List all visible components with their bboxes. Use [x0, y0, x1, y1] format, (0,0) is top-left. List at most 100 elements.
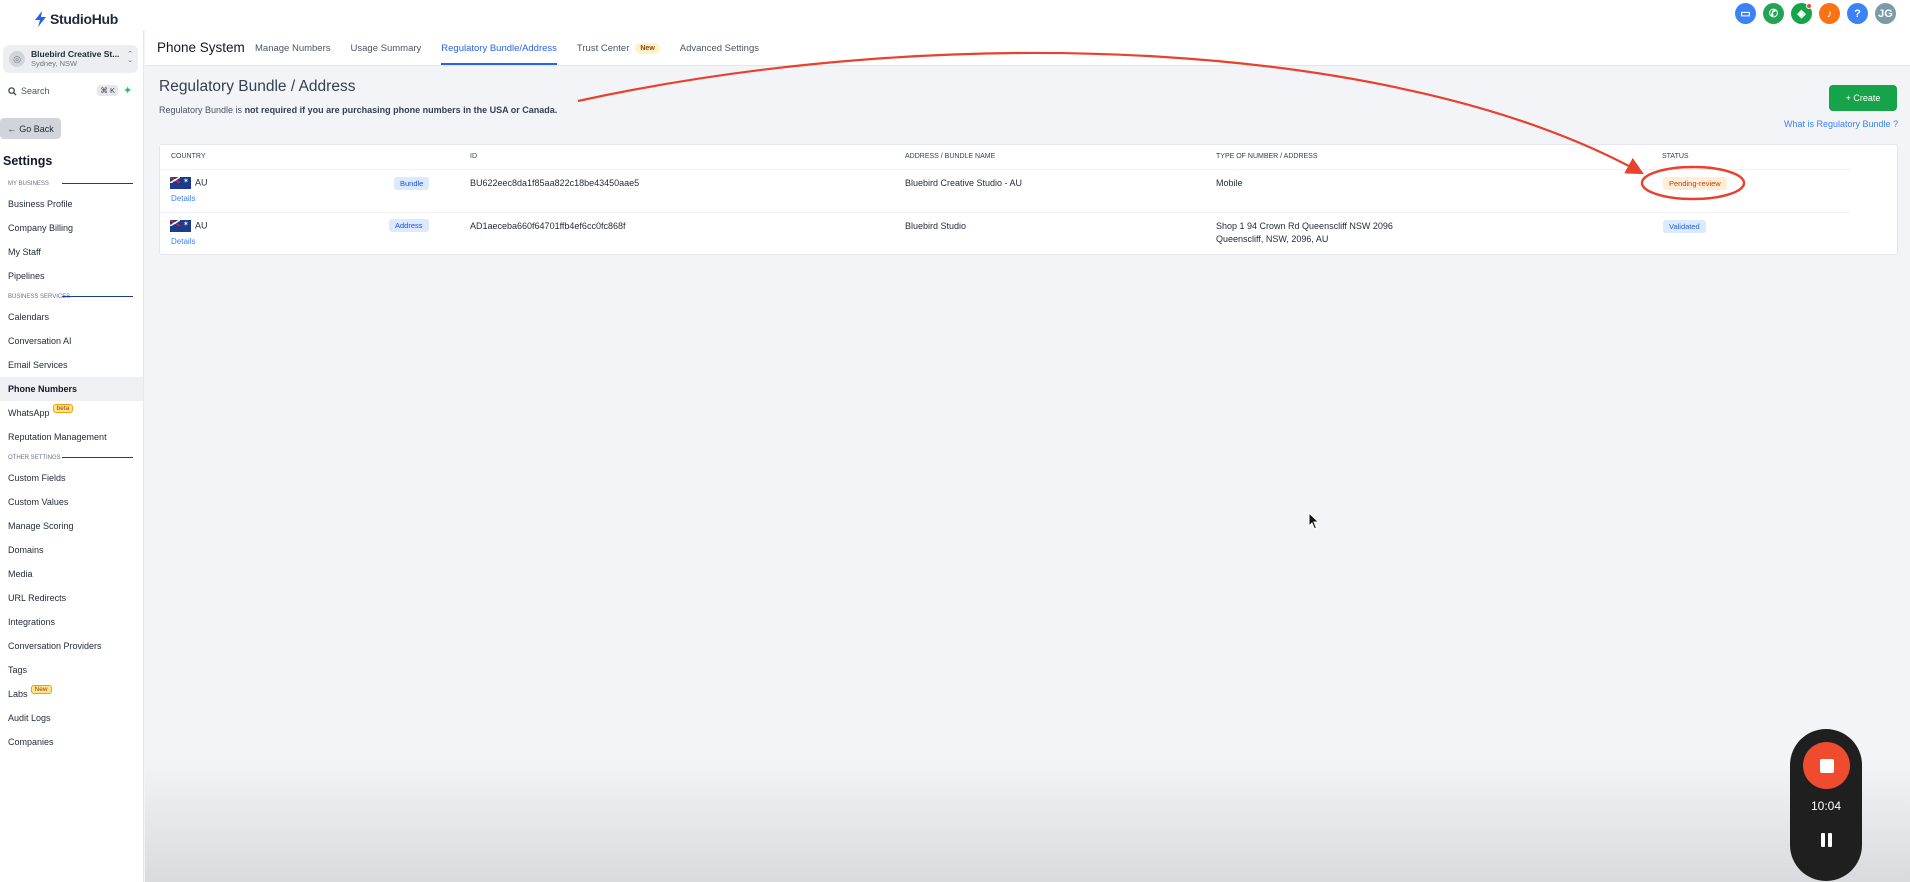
sidebar-item-custom-fields[interactable]: Custom Fields [0, 466, 143, 490]
sidebar-item-calendars[interactable]: Calendars [0, 305, 143, 329]
sidebar-item-phone-numbers[interactable]: Phone Numbers [0, 377, 143, 401]
column-header-type: TYPE OF NUMBER / ADDRESS [1216, 153, 1318, 160]
country-code: AU [195, 177, 208, 188]
chevron-updown-icon: ⌃ ⌄ [127, 51, 133, 64]
nav-section-label: MY BUSINESS [8, 180, 49, 187]
details-link[interactable]: Details [171, 237, 195, 246]
phone-system-tabs: Manage Numbers Usage Summary Regulatory Bu… [255, 30, 779, 66]
arrow-left-icon: ← [7, 123, 17, 134]
sidebar-item-audit-logs[interactable]: Audit Logs [0, 706, 143, 730]
lightning-logo-icon [35, 11, 46, 27]
ai-sparkle-icon[interactable]: ✦ [123, 84, 132, 97]
sidebar-item-media[interactable]: Media [0, 562, 143, 586]
search-input[interactable]: Search ⌘ K [3, 83, 118, 99]
create-button[interactable]: + Create [1829, 85, 1897, 111]
type-cell-line2: Queenscliff, NSW, 2096, AU [1216, 234, 1329, 244]
table-row[interactable]: AU Bundle Details BU622eec8da1f85aa822c1… [160, 169, 1850, 212]
australia-flag-icon [170, 220, 191, 232]
sidebar-item-label: Company Billing [8, 223, 74, 233]
sidebar-item-my-staff[interactable]: My Staff [0, 240, 143, 264]
tab-manage-numbers[interactable]: Manage Numbers [255, 30, 331, 66]
account-location: Sydney, NSW [31, 59, 78, 68]
section-divider [62, 296, 133, 297]
sidebar-item-domains[interactable]: Domains [0, 538, 143, 562]
column-header-name: ADDRESS / BUNDLE NAME [905, 153, 996, 160]
search-label: Search [21, 86, 50, 96]
table-row[interactable]: AU Address Details AD1aeceba660f64701ffb… [160, 212, 1850, 255]
sidebar-item-custom-values[interactable]: Custom Values [0, 490, 143, 514]
help-icon[interactable]: ? [1847, 3, 1868, 24]
settings-sidebar: ◎ Bluebird Creative St... Sydney, NSW ⌃ ⌄… [0, 30, 144, 882]
settings-nav: MY BUSINESS Business Profile Company Billi… [0, 175, 143, 754]
details-link[interactable]: Details [171, 194, 195, 203]
country-code: AU [195, 220, 208, 231]
top-icons: ▭ ✆ ◈ ♪? JG [1735, 3, 1896, 24]
search-icon [8, 86, 17, 96]
australia-flag-icon [170, 177, 191, 189]
sidebar-item-label: URL Redirects [8, 593, 67, 603]
sidebar-item-label: Custom Values [8, 497, 69, 507]
nav-section-header: OTHER SETTINGS [0, 449, 143, 466]
column-header-status: STATUS [1662, 153, 1689, 160]
sidebar-item-label: Integrations [8, 617, 56, 627]
sidebar-item-tags[interactable]: Tags [0, 658, 143, 682]
sidebar-item-label: Media [8, 569, 33, 579]
location-icon: ◎ [9, 51, 25, 67]
tab-usage-summary[interactable]: Usage Summary [351, 30, 422, 66]
page-title: Regulatory Bundle / Address [159, 78, 356, 95]
bell-icon[interactable]: ♪ [1819, 3, 1840, 24]
new-badge: New [635, 42, 660, 54]
name-cell: Bluebird Creative Studio - AU [905, 178, 1023, 188]
top-bar: StudioHub ▭ ✆ ◈ ♪? JG [0, 0, 1910, 30]
sidebar-item-companies[interactable]: Companies [0, 730, 143, 754]
nav-section-label: OTHER SETTINGS [8, 454, 61, 461]
sidebar-item-badge: beta [52, 403, 74, 413]
sidebar-item-label: Reputation Management [8, 432, 107, 442]
go-back-label: Go Back [19, 123, 54, 134]
sidebar-item-company-billing[interactable]: Company Billing [0, 216, 143, 240]
tab-regulatory-bundle-address[interactable]: Regulatory Bundle/Address [441, 30, 557, 66]
country-cell: AU [170, 177, 208, 189]
name-cell: Bluebird Studio [905, 221, 967, 231]
sidebar-item-badge: New [30, 684, 52, 694]
sidebar-item-conversation-providers[interactable]: Conversation Providers [0, 634, 143, 658]
sidebar-item-url-redirects[interactable]: URL Redirects [0, 586, 143, 610]
user-avatar[interactable]: JG [1875, 3, 1896, 24]
sidebar-item-label: Audit Logs [8, 713, 51, 723]
id-cell: AD1aeceba660f64701ffb4ef6cc0fc868f [470, 221, 626, 231]
sidebar-item-conversation-ai[interactable]: Conversation AI [0, 329, 143, 353]
recording-timer: 10:04 [1810, 799, 1842, 813]
sidebar-item-label: Email Services [8, 360, 68, 370]
phone-icon[interactable]: ✆ [1763, 3, 1784, 24]
country-cell: AU [170, 220, 208, 232]
sidebar-item-whatsapp[interactable]: WhatsApp beta [0, 401, 143, 425]
studiohub-logo[interactable]: StudioHub [34, 11, 118, 27]
sidebar-item-labs[interactable]: Labs New [0, 682, 143, 706]
status-badge: Validated [1663, 220, 1706, 233]
chat-icon[interactable]: ▭ [1735, 3, 1756, 24]
pause-recording-button[interactable] [1817, 833, 1835, 851]
sidebar-item-pipelines[interactable]: Pipelines [0, 264, 143, 288]
tab-trust-center[interactable]: Trust Center New [577, 30, 660, 66]
id-cell: BU622eec8da1f85aa822c18be43450aae5 [470, 178, 640, 188]
sidebar-item-label: Conversation Providers [8, 641, 102, 651]
account-switcher[interactable]: ◎ Bluebird Creative St... Sydney, NSW ⌃ ⌄ [3, 45, 138, 73]
tab-label: Manage Numbers [255, 42, 331, 54]
sidebar-item-manage-scoring[interactable]: Manage Scoring [0, 514, 143, 538]
sidebar-item-business-profile[interactable]: Business Profile [0, 192, 143, 216]
logo-text: StudioHub [50, 11, 119, 27]
page-header-title: Phone System [157, 40, 245, 55]
nav-section-header: MY BUSINESS [0, 175, 143, 192]
sidebar-item-label: WhatsApp [8, 408, 50, 418]
sidebar-item-email-services[interactable]: Email Services [0, 353, 143, 377]
tab-advanced-settings[interactable]: Advanced Settings [680, 30, 759, 66]
sidebar-item-reputation-management[interactable]: Reputation Management [0, 425, 143, 449]
column-header-country: COUNTRY [171, 153, 206, 160]
sidebar-item-integrations[interactable]: Integrations [0, 610, 143, 634]
go-back-button[interactable]: ← Go Back [0, 118, 61, 139]
tab-label: Trust Center [576, 42, 630, 54]
page-subtitle: Regulatory Bundle is not required if you… [159, 105, 557, 115]
stop-recording-button[interactable] [1803, 742, 1850, 789]
what-is-regulatory-bundle-link[interactable]: What is Regulatory Bundle ? [1784, 119, 1898, 129]
megaphone-icon[interactable]: ◈ [1791, 3, 1812, 24]
